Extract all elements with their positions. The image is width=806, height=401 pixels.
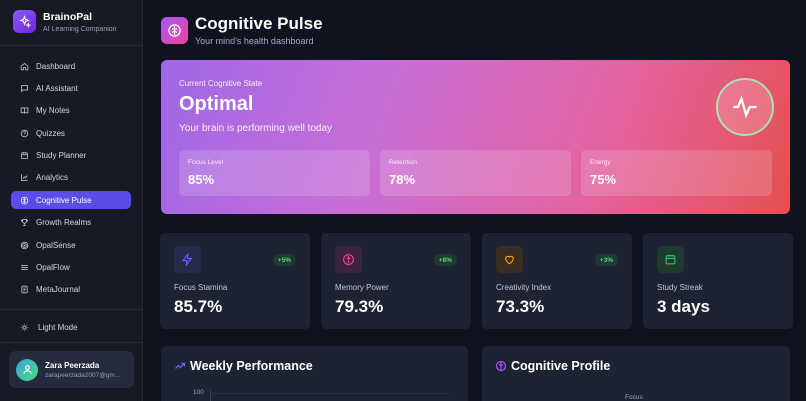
metric-value: 85% — [188, 172, 215, 187]
user-profile-card[interactable]: Zara Peerzada zarapeerzada2007@gm... — [9, 351, 134, 388]
y-axis-tick: 100 — [193, 389, 204, 396]
hero-label: Current Cognitive State — [179, 79, 263, 88]
page-subtitle: Your mind's health dashboard — [195, 36, 314, 46]
stat-label: Study Streak — [657, 283, 703, 292]
divider — [0, 342, 143, 343]
brain-icon — [335, 246, 362, 273]
brand-tagline: AI Learning Companion — [43, 25, 117, 33]
change-badge: +8% — [433, 254, 457, 266]
sidebar-item-ai-assistant[interactable]: AI Assistant — [11, 79, 131, 97]
brain-icon — [20, 196, 29, 205]
brain-icon — [161, 17, 188, 44]
stat-value: 85.7% — [174, 297, 223, 316]
metric-label: Energy — [590, 159, 611, 166]
light-mode-label: Light Mode — [38, 323, 78, 332]
sidebar-item-label: Analytics — [36, 173, 69, 183]
sidebar-item-label: OpalSense — [36, 240, 76, 250]
sidebar-item-label: Growth Realms — [36, 218, 92, 228]
calendar-icon — [657, 246, 684, 273]
sidebar-item-label: Dashboard — [36, 61, 76, 71]
chat-icon — [21, 85, 28, 93]
sidebar-item-opalflow[interactable]: OpalFlow — [11, 259, 131, 277]
metric-energy: Energy 75% — [581, 150, 772, 196]
sidebar-item-label: Quizzes — [36, 128, 65, 138]
user-name: Zara Peerzada — [45, 360, 100, 370]
metric-retention: Retention 78% — [380, 150, 571, 196]
stat-value: 79.3% — [335, 297, 384, 316]
sidebar-item-opalsense[interactable]: OpalSense — [11, 236, 131, 254]
brain-icon — [495, 360, 507, 372]
cognitive-state: Optimal — [179, 93, 254, 115]
divider — [0, 45, 143, 46]
sun-icon — [20, 323, 29, 332]
sidebar-item-label: AI Assistant — [36, 83, 78, 93]
stat-card-creativity-index: +3% Creativity Index 73.3% — [482, 233, 632, 329]
metric-focus-level: Focus Level 85% — [179, 150, 370, 196]
weekly-performance-panel: Weekly Performance 100 — [161, 346, 468, 401]
metric-label: Focus Level — [188, 159, 224, 166]
sidebar-item-label: OpalFlow — [36, 263, 70, 273]
brand-name: BrainoPal — [43, 10, 93, 23]
cognitive-state-card: Current Cognitive State Optimal Your bra… — [161, 60, 790, 214]
stat-label: Memory Power — [335, 283, 389, 292]
stat-value: 73.3% — [496, 297, 545, 316]
chart-icon — [21, 174, 28, 182]
waves-icon — [20, 265, 29, 270]
light-mode-toggle[interactable]: Light Mode — [20, 323, 78, 332]
y-axis-line — [210, 390, 211, 401]
sidebar-item-label: Cognitive Pulse — [36, 195, 92, 205]
sidebar-item-label: My Notes — [36, 106, 70, 116]
sidebar-item-label: MetaJournal — [36, 285, 81, 295]
quiz-icon — [20, 129, 29, 137]
sidebar-item-my-notes[interactable]: My Notes — [11, 102, 131, 120]
heart-icon — [496, 246, 523, 273]
journal-icon — [21, 286, 28, 294]
stat-card-focus-stamina: +5% Focus Stamina 85.7% — [160, 233, 310, 329]
stat-card-memory-power: +8% Memory Power 79.3% — [321, 233, 471, 329]
change-badge: +3% — [594, 254, 618, 266]
stat-label: Creativity Index — [496, 283, 552, 292]
user-email: zarapeerzada2007@gm... — [45, 371, 121, 379]
metric-label: Retention — [389, 159, 417, 166]
cognitive-profile-panel: Cognitive Profile Focus — [482, 346, 790, 401]
stat-label: Focus Stamina — [174, 283, 228, 292]
pulse-icon — [716, 78, 774, 136]
page-title: Cognitive Pulse — [195, 14, 323, 33]
metric-value: 78% — [389, 172, 416, 187]
stat-card-study-streak: Study Streak 3 days — [643, 233, 793, 329]
sidebar-item-label: Study Planner — [36, 151, 87, 161]
brand[interactable]: BrainoPal AI Learning Companion — [13, 10, 117, 33]
sparkles-icon — [13, 10, 36, 33]
trophy-icon — [21, 219, 28, 227]
trend-icon — [175, 362, 186, 369]
change-badge: +5% — [272, 254, 296, 266]
target-icon — [20, 241, 29, 249]
stat-value: 3 days — [657, 297, 710, 316]
sidebar-nav: Dashboard AI Assistant My Notes Quizzes … — [11, 57, 131, 303]
sidebar-item-growth-realms[interactable]: Growth Realms — [11, 214, 131, 232]
sidebar-item-study-planner[interactable]: Study Planner — [11, 147, 131, 165]
sidebar-item-dashboard[interactable]: Dashboard — [11, 57, 131, 75]
panel-title-label: Weekly Performance — [190, 359, 313, 373]
sidebar-item-quizzes[interactable]: Quizzes — [11, 124, 131, 142]
calendar-icon — [21, 152, 28, 159]
metric-value: 75% — [590, 172, 617, 187]
panel-title: Cognitive Profile — [495, 359, 610, 373]
sidebar-item-cognitive-pulse[interactable]: Cognitive Pulse — [11, 191, 131, 210]
radar-axis-label: Focus — [625, 394, 643, 401]
sidebar: BrainoPal AI Learning Companion Dashboar… — [0, 0, 143, 401]
sidebar-item-metajournal[interactable]: MetaJournal — [11, 281, 131, 299]
avatar — [16, 358, 38, 381]
lightning-icon — [174, 246, 201, 273]
panel-title: Weekly Performance — [174, 359, 313, 373]
home-icon — [20, 62, 29, 70]
panel-title-label: Cognitive Profile — [511, 359, 611, 373]
sidebar-item-analytics[interactable]: Analytics — [11, 169, 131, 187]
hero-description: Your brain is performing well today — [179, 123, 333, 134]
grid-line — [210, 393, 450, 394]
divider — [0, 309, 143, 310]
book-icon — [20, 107, 29, 114]
